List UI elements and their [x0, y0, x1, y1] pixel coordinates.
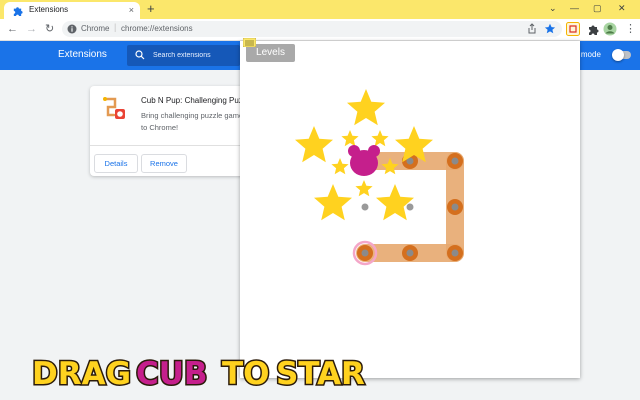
path-node-center	[406, 249, 414, 257]
search-icon	[135, 50, 145, 60]
remove-button[interactable]: Remove	[141, 154, 187, 173]
path-node-center	[451, 157, 459, 165]
info-icon	[67, 24, 77, 34]
close-window-icon[interactable]: ✕	[618, 2, 626, 14]
extension-name: Cub N Pup: Challenging Puzzle	[141, 96, 250, 105]
omnibox[interactable]: Chrome | chrome://extensions	[62, 21, 562, 37]
star-icon	[376, 184, 414, 221]
extension-description: Bring challenging puzzle game to Chrome!	[141, 111, 244, 132]
empty-node	[406, 203, 414, 211]
reload-icon[interactable]: ↻	[45, 22, 54, 36]
share-icon[interactable]	[526, 23, 538, 35]
extension-action-icon[interactable]	[566, 22, 580, 36]
toggle-knob	[612, 49, 624, 61]
new-tab-button[interactable]: +	[147, 1, 155, 17]
star-icon	[371, 130, 389, 147]
star-icon	[355, 180, 373, 197]
path-node-center	[451, 249, 459, 257]
banner-word: CUB	[136, 356, 208, 392]
promo-banner: DRAG CUB TO STAR	[31, 355, 367, 394]
star-icon	[347, 89, 385, 126]
extension-popup: Levels	[240, 38, 580, 378]
banner-word: DRAG	[32, 356, 131, 392]
bookmark-star-icon[interactable]	[544, 23, 556, 35]
extension-card: Cub N Pup: Challenging Puzzle Bring chal…	[90, 86, 250, 176]
toolbar: ← → ↻ Chrome | chrome://extensions ⋮	[0, 19, 640, 41]
star-icon	[341, 130, 359, 147]
path-node-center	[451, 203, 459, 211]
empty-node	[361, 203, 369, 211]
minimize-icon[interactable]: —	[570, 2, 579, 14]
url-prefix: Chrome	[81, 24, 110, 33]
back-icon[interactable]: ←	[7, 22, 18, 36]
maximize-icon[interactable]: ▢	[593, 2, 602, 14]
card-divider	[90, 145, 250, 146]
page-title: Extensions	[58, 49, 107, 60]
forward-icon[interactable]: →	[26, 22, 37, 36]
details-button[interactable]: Details	[94, 154, 138, 173]
tab-strip: Extensions × + ⌄ — ▢ ✕	[0, 0, 640, 19]
star-icon	[295, 126, 333, 163]
search-box[interactable]	[127, 45, 240, 66]
banner-word: STAR	[276, 356, 365, 392]
profile-avatar-icon[interactable]	[603, 22, 617, 36]
extension-puzzle-icon[interactable]	[587, 23, 599, 35]
tab-extensions[interactable]: Extensions ×	[4, 2, 140, 19]
star-icon	[314, 184, 352, 221]
cub-character[interactable]	[350, 150, 378, 176]
menu-icon[interactable]: ⋮	[625, 22, 636, 36]
path-node-center	[361, 249, 369, 257]
tab-close-icon[interactable]: ×	[129, 4, 134, 16]
url-separator: |	[114, 22, 117, 32]
url-text: chrome://extensions	[121, 24, 193, 33]
tab-search-icon[interactable]: ⌄	[549, 2, 557, 14]
drag-handle-icon[interactable]	[243, 38, 256, 47]
game-board[interactable]	[240, 41, 580, 378]
developer-mode-toggle[interactable]	[612, 49, 631, 61]
banner-word: TO	[222, 356, 270, 392]
extension-logo-icon	[103, 97, 125, 119]
search-input[interactable]	[153, 48, 238, 62]
star-icon	[331, 158, 349, 175]
puzzle-icon	[13, 7, 23, 16]
tab-title: Extensions	[29, 5, 69, 14]
